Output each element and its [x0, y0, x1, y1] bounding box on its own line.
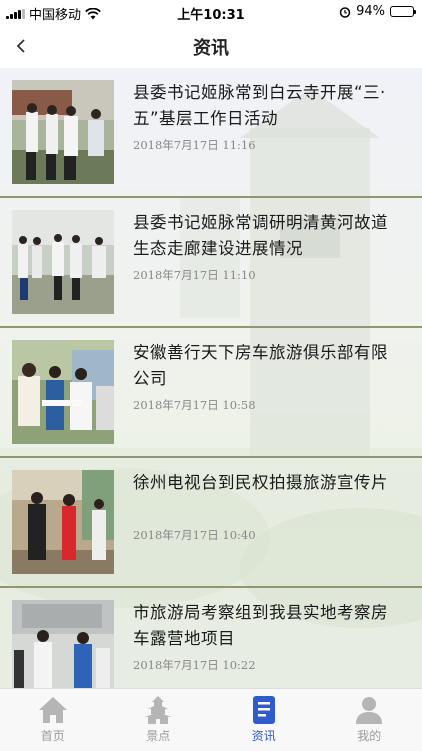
tab-label: 景点	[106, 727, 212, 744]
person-icon	[353, 695, 385, 725]
article-title: 县委书记姬脉常调研明清黄河故道生态走廊建设进展情况	[133, 210, 403, 262]
article-title: 安徽善行天下房车旅游俱乐部有限公司	[133, 340, 403, 392]
tab-home[interactable]: 首页	[0, 689, 106, 751]
article-thumbnail	[12, 340, 114, 444]
list-item[interactable]: 徐州电视台到民权拍摄旅游宣传片 2018年7月17日 10:40	[0, 458, 422, 588]
battery-icon	[390, 6, 414, 17]
page-title: 资讯	[0, 34, 422, 60]
navigation-bar: 资讯	[0, 24, 422, 68]
list-item[interactable]: 县委书记姬脉常到白云寺开展“三·五”基层工作日活动 2018年7月17日 11:…	[0, 68, 422, 198]
home-icon	[37, 695, 69, 725]
article-time: 2018年7月17日 10:58	[133, 397, 256, 413]
list-item[interactable]: 县委书记姬脉常调研明清黄河故道生态走廊建设进展情况 2018年7月17日 11:…	[0, 198, 422, 328]
tab-news[interactable]: 资讯	[211, 689, 317, 751]
article-thumbnail	[12, 470, 114, 574]
article-time: 2018年7月17日 10:40	[133, 527, 256, 543]
list-item[interactable]: 市旅游局考察组到我县实地考察房车露营地项目 2018年7月17日 10:22	[0, 588, 422, 688]
tab-attractions[interactable]: 景点	[106, 689, 212, 751]
article-title: 市旅游局考察组到我县实地考察房车露营地项目	[133, 600, 403, 652]
battery-percent: 94%	[356, 4, 385, 19]
document-icon	[248, 695, 280, 725]
alarm-icon	[339, 6, 351, 18]
status-bar: 中国移动 上午10:31 94%	[0, 0, 422, 24]
article-thumbnail	[12, 80, 114, 184]
tab-label: 首页	[0, 727, 106, 744]
article-thumbnail	[12, 210, 114, 314]
tab-profile[interactable]: 我的	[317, 689, 422, 751]
article-thumbnail	[12, 600, 114, 688]
article-time: 2018年7月17日 10:22	[133, 657, 256, 673]
article-title: 徐州电视台到民权拍摄旅游宣传片	[133, 470, 403, 496]
list-item[interactable]: 安徽善行天下房车旅游俱乐部有限公司 2018年7月17日 10:58	[0, 328, 422, 458]
article-title: 县委书记姬脉常到白云寺开展“三·五”基层工作日活动	[133, 80, 403, 132]
article-time: 2018年7月17日 11:16	[133, 137, 256, 153]
tab-label: 资讯	[211, 727, 317, 744]
article-time: 2018年7月17日 11:10	[133, 267, 256, 283]
pagoda-icon	[142, 695, 174, 725]
news-list[interactable]: 县委书记姬脉常到白云寺开展“三·五”基层工作日活动 2018年7月17日 11:…	[0, 68, 422, 688]
tab-bar: 首页 景点 资讯 我的	[0, 688, 422, 751]
tab-label: 我的	[317, 727, 422, 744]
